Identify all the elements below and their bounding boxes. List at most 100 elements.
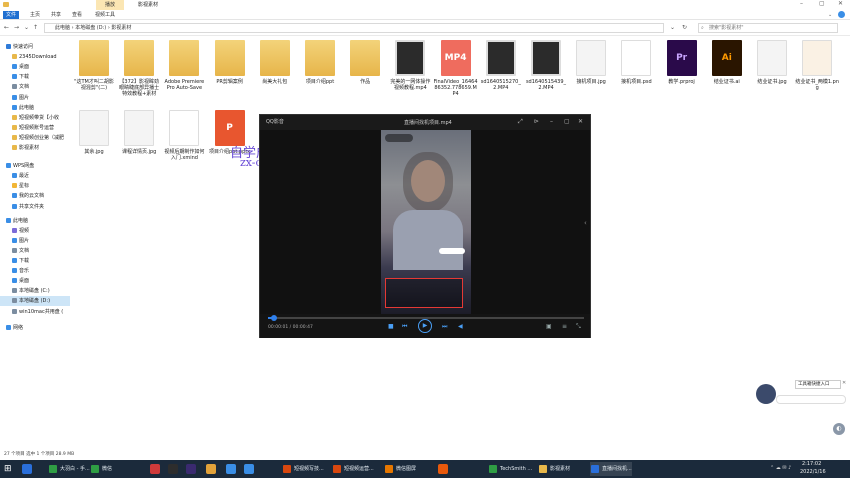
nav-item[interactable]: 此电脑: [0, 216, 70, 226]
file-item[interactable]: 项目介绍ppt: [298, 40, 342, 85]
refresh-icon[interactable]: ↻: [682, 24, 687, 31]
clock-date[interactable]: 2022/1/16: [800, 469, 826, 475]
expand-icon[interactable]: ⤡: [576, 323, 581, 331]
nav-item[interactable]: 下载: [0, 72, 70, 82]
maximize-icon[interactable]: ▢: [564, 118, 570, 125]
file-item[interactable]: 视频后期制作如何入门.xmind: [162, 110, 206, 161]
address-bar[interactable]: 此电脑 › 本地磁盘 (D:) › 影视素材: [44, 23, 664, 33]
taskbar-app[interactable]: [168, 464, 178, 474]
file-item[interactable]: sd1640515439_2.MP4: [524, 40, 568, 91]
nav-item[interactable]: 最近: [0, 171, 70, 181]
taskbar-app[interactable]: [226, 464, 236, 474]
start-icon[interactable]: ⊞: [4, 464, 12, 474]
file-item[interactable]: sd1640515270_2.MP4: [479, 40, 523, 91]
taskbar-app[interactable]: 微信: [90, 462, 112, 476]
close-icon[interactable]: ✕: [838, 0, 843, 7]
taskbar-app[interactable]: 短视频写技...: [282, 462, 324, 476]
taskbar-app[interactable]: 大羽白 - 手...: [48, 462, 90, 476]
tab-video-tools[interactable]: 视频工具: [92, 11, 118, 19]
toolbox-shortcut-label[interactable]: 工具箱快捷入口: [795, 380, 841, 389]
tab-view[interactable]: 查看: [69, 11, 85, 19]
tray-icons[interactable]: ⌃ ☁ ✉ ♪: [770, 465, 791, 471]
search-input[interactable]: ⌕ 搜索"影视素材": [698, 23, 838, 33]
taskbar-app[interactable]: 直播间找机...: [590, 462, 632, 476]
side-panel-arrow-icon[interactable]: ‹: [584, 219, 587, 227]
up-arrow-icon[interactable]: ↑: [33, 24, 38, 31]
nav-item[interactable]: 此电脑: [0, 103, 70, 113]
fullscreen-icon[interactable]: ⤢: [518, 118, 523, 126]
file-item[interactable]: "这TM才叫二胡影视混剪"(二): [72, 40, 116, 91]
file-item[interactable]: 结业证书.jpg: [750, 40, 794, 85]
nav-item[interactable]: 星标: [0, 181, 70, 191]
nav-item[interactable]: 我的云文档: [0, 191, 70, 201]
toolbox-bar[interactable]: [776, 395, 846, 404]
file-item[interactable]: 其余.jpg: [72, 110, 116, 155]
minimize-icon[interactable]: –: [550, 118, 553, 125]
breadcrumb-folder[interactable]: 影视素材: [111, 25, 131, 31]
file-item[interactable]: 【372】影视眸劲眼睛睫底部异播士特效教程+素材: [117, 40, 161, 97]
breadcrumb-this-pc[interactable]: 此电脑: [55, 25, 70, 31]
file-item[interactable]: 作品: [343, 40, 387, 85]
nav-item[interactable]: 桌面: [0, 276, 70, 286]
nav-item[interactable]: 快速访问: [0, 42, 70, 52]
nav-item[interactable]: 影视素材: [0, 143, 70, 153]
maximize-icon[interactable]: ▢: [819, 0, 825, 7]
file-item[interactable]: 完美的一网体操作视频教程.mp4: [388, 40, 432, 91]
tab-home[interactable]: 主页: [27, 11, 43, 19]
playlist-icon[interactable]: ≡: [562, 323, 567, 330]
assistant-icon[interactable]: ◐: [833, 423, 845, 435]
nav-item[interactable]: 图片: [0, 236, 70, 246]
file-item[interactable]: PR剪辑案例: [208, 40, 252, 85]
taskbar-app[interactable]: [244, 464, 254, 474]
play-button[interactable]: ▶: [418, 319, 432, 333]
nav-item[interactable]: 视频: [0, 226, 70, 236]
clock-time[interactable]: 2:17:02: [802, 461, 821, 467]
file-item[interactable]: 课程详情页.jpg: [117, 110, 161, 155]
nav-item[interactable]: WPS网盘: [0, 161, 70, 171]
previous-icon[interactable]: ⏮: [402, 323, 407, 331]
forward-arrow-icon[interactable]: →: [14, 24, 19, 31]
file-item[interactable]: MP4 FinalVideo_1646486352.778659.MP4: [434, 40, 478, 97]
nav-item[interactable]: 文档: [0, 82, 70, 92]
nav-item[interactable]: 短视频创业第（减肥: [0, 133, 70, 143]
nav-item[interactable]: 短视频带货【小收: [0, 113, 70, 123]
pin-icon[interactable]: ⊳: [534, 118, 539, 125]
nav-item[interactable]: 短视频账号运营: [0, 123, 70, 133]
nav-item[interactable]: 2345Download: [0, 52, 70, 62]
screenshot-icon[interactable]: ▣: [546, 323, 552, 330]
taskbar-app[interactable]: [186, 464, 196, 474]
video-frame[interactable]: [381, 130, 471, 314]
file-item[interactable]: 尚美大礼包: [253, 40, 297, 85]
taskbar-app[interactable]: 微信图屏: [384, 462, 416, 476]
file-item[interactable]: 接机项目.psd: [614, 40, 658, 85]
minimize-icon[interactable]: –: [800, 0, 803, 7]
nav-item[interactable]: 文档: [0, 246, 70, 256]
help-icon[interactable]: [838, 11, 845, 18]
nav-item[interactable]: 下载: [0, 256, 70, 266]
nav-item[interactable]: 共享文件夹: [0, 202, 70, 212]
close-icon[interactable]: ✕: [842, 380, 846, 386]
tab-file[interactable]: 文件: [3, 11, 20, 19]
nav-item[interactable]: 音乐: [0, 266, 70, 276]
player-app-name[interactable]: QQ影音: [266, 118, 284, 125]
taskbar-app[interactable]: 短视频运营...: [332, 462, 374, 476]
chevron-down-icon[interactable]: ⌄: [670, 24, 675, 31]
file-item[interactable]: 接机项目.jpg: [569, 40, 613, 85]
volume-icon[interactable]: ◀: [458, 323, 463, 330]
back-arrow-icon[interactable]: ←: [4, 24, 9, 31]
taskbar-app[interactable]: TechSmith ...: [488, 462, 532, 476]
file-item[interactable]: Pr 教学.prproj: [660, 40, 704, 85]
assistant-avatar[interactable]: [756, 384, 776, 404]
file-item[interactable]: 结业证书_两模1.png: [795, 40, 839, 91]
taskbar-app[interactable]: 影视素材: [538, 462, 570, 476]
nav-item[interactable]: 桌面: [0, 62, 70, 72]
nav-item[interactable]: win10mac共用盘 (: [0, 307, 70, 317]
taskbar-app[interactable]: [150, 464, 160, 474]
taskbar-app[interactable]: [22, 464, 32, 474]
nav-item[interactable]: 本地磁盘 (D:): [0, 296, 70, 307]
chevron-down-icon[interactable]: ⌄: [828, 12, 832, 18]
taskbar-app[interactable]: [206, 464, 216, 474]
file-item[interactable]: Ai 结业证书.ai: [705, 40, 749, 85]
next-icon[interactable]: ⏭: [442, 323, 447, 331]
play-tab[interactable]: 播放: [96, 0, 124, 10]
